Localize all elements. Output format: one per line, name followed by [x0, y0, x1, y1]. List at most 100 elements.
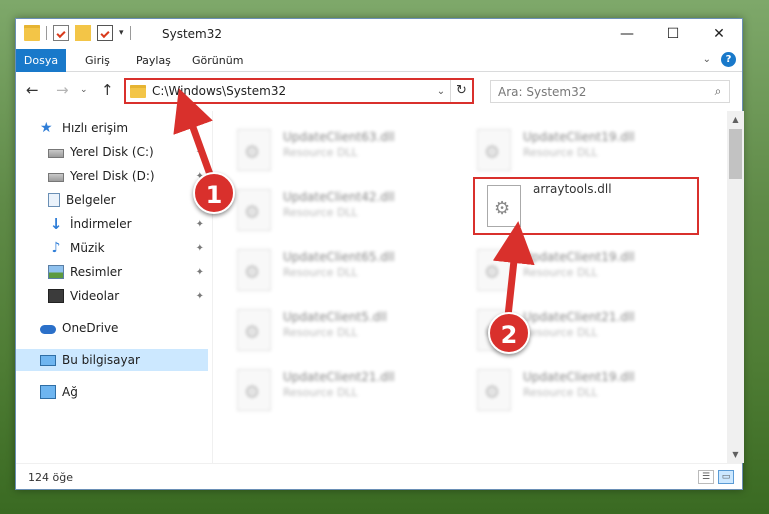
computer-icon: [40, 354, 56, 366]
refresh-icon[interactable]: ↻: [450, 80, 472, 102]
drive-icon: [48, 173, 64, 182]
dll-file-icon: ⚙: [237, 309, 271, 351]
file-type: Resource DLL: [523, 266, 598, 279]
file-name: UpdateClient63.dll: [283, 130, 395, 144]
sidebar-item-pictures[interactable]: Resimler ✦: [48, 261, 208, 283]
vertical-scrollbar[interactable]: ▲ ▼: [727, 111, 744, 463]
ribbon-tabs: Dosya Giriş Paylaş Görünüm ⌄ ?: [16, 49, 742, 72]
pin-icon[interactable]: ✦: [196, 291, 204, 302]
folder-icon: [130, 84, 146, 98]
sidebar-item-label: Hızlı erişim: [62, 121, 129, 135]
sidebar-item-videos[interactable]: Videolar ✦: [48, 285, 208, 307]
file-type: Resource DLL: [283, 146, 358, 159]
network-icon: [40, 385, 56, 399]
pin-icon[interactable]: ✦: [196, 267, 204, 278]
file-type: Resource DLL: [283, 386, 358, 399]
pin-icon[interactable]: ✦: [196, 243, 204, 254]
tab-file[interactable]: Dosya: [16, 49, 66, 72]
pin-icon[interactable]: ✦: [196, 147, 204, 158]
minimize-button[interactable]: —: [604, 19, 650, 49]
address-dropdown-icon[interactable]: ⌄: [432, 86, 450, 97]
file-explorer-window: ▾ System32 — ☐ ✕ Dosya Giriş Paylaş Görü…: [15, 18, 744, 490]
file-item[interactable]: ⚙ UpdateClient5.dll Resource DLL: [225, 307, 447, 357]
sidebar-item-downloads[interactable]: ↓ İndirmeler ✦: [48, 213, 208, 235]
dll-file-icon: ⚙: [237, 129, 271, 171]
sidebar-item-documents[interactable]: Belgeler ✦: [48, 189, 208, 211]
tab-share[interactable]: Paylaş: [136, 49, 171, 72]
details-view-icon[interactable]: ☰: [698, 470, 714, 484]
file-item[interactable]: ⚙ UpdateClient19.dll Resource DLL: [465, 127, 687, 177]
file-item[interactable]: ⚙ UpdateClient21.dll Resource DLL: [225, 367, 447, 417]
up-arrow-icon[interactable]: ↑: [101, 81, 114, 99]
address-path[interactable]: C:\Windows\System32: [152, 84, 432, 98]
close-button[interactable]: ✕: [696, 19, 742, 49]
scroll-down-icon[interactable]: ▼: [727, 446, 744, 463]
scrollbar-thumb[interactable]: [729, 129, 742, 179]
sidebar-item-local-disk-c[interactable]: Yerel Disk (C:) ✦: [48, 141, 208, 163]
download-icon: ↓: [49, 215, 63, 233]
file-item[interactable]: ⚙ UpdateClient42.dll Resource DLL: [225, 187, 447, 237]
file-type: Resource DLL: [523, 386, 598, 399]
properties-icon[interactable]: [53, 25, 69, 41]
tab-view[interactable]: Görünüm: [192, 49, 243, 72]
back-arrow-icon[interactable]: ←: [26, 81, 39, 99]
videos-icon: [48, 289, 64, 303]
star-icon: ★: [40, 120, 53, 136]
sidebar-item-label: Bu bilgisayar: [62, 353, 140, 367]
scroll-up-icon[interactable]: ▲: [727, 111, 744, 128]
dll-file-icon: ⚙: [477, 249, 511, 291]
search-input[interactable]: Ara: System32 ⌕: [490, 80, 730, 103]
file-item-arraytools-dll[interactable]: ⚙ arraytools.dll: [473, 177, 699, 235]
tab-home[interactable]: Giriş: [85, 49, 110, 72]
dll-file-icon: ⚙: [237, 369, 271, 411]
sidebar-item-music[interactable]: ♪ Müzik ✦: [48, 237, 208, 259]
rename-icon[interactable]: [97, 25, 113, 41]
window-controls: — ☐ ✕: [604, 19, 742, 49]
callout-badge-2: 2: [488, 312, 530, 354]
file-item[interactable]: ⚙ UpdateClient65.dll Resource DLL: [225, 247, 447, 297]
dll-file-icon: ⚙: [237, 249, 271, 291]
help-icon[interactable]: ?: [721, 52, 736, 67]
folder-icon: [24, 25, 40, 41]
search-placeholder: Ara: System32: [498, 84, 587, 99]
toolbar-separator: [129, 26, 131, 40]
sidebar-item-network[interactable]: Ağ: [40, 381, 208, 403]
item-count: 124 öğe: [28, 471, 73, 484]
pin-icon[interactable]: ✦: [196, 219, 204, 230]
documents-icon: [48, 193, 60, 207]
file-name: UpdateClient19.dll: [523, 370, 635, 384]
ribbon-right-controls: ⌄ ?: [703, 52, 736, 67]
onedrive-icon: [40, 325, 56, 334]
chevron-down-icon[interactable]: ⌄: [703, 54, 711, 65]
toolbar-separator: [46, 26, 47, 40]
file-item[interactable]: ⚙ UpdateClient19.dll Resource DLL: [465, 367, 687, 417]
large-icons-view-icon[interactable]: ▭: [718, 470, 734, 484]
navigation-bar: ← → ⌄ ↑ C:\Windows\System32 ⌄ ↻ Ara: Sys…: [16, 73, 742, 109]
file-item[interactable]: ⚙ UpdateClient19.dll Resource DLL: [465, 247, 687, 297]
address-bar[interactable]: C:\Windows\System32 ⌄ ↻: [124, 78, 474, 104]
file-name: arraytools.dll: [533, 182, 612, 196]
sidebar-item-onedrive[interactable]: OneDrive: [40, 317, 208, 339]
file-name: UpdateClient21.dll: [523, 310, 635, 324]
sidebar-item-label: Yerel Disk (D:): [70, 169, 155, 183]
file-type: Resource DLL: [283, 266, 358, 279]
sidebar-item-quick-access[interactable]: ★ Hızlı erişim: [40, 117, 208, 139]
navigation-pane: ★ Hızlı erişim Yerel Disk (C:) ✦ Yerel D…: [16, 111, 212, 463]
sidebar-item-label: OneDrive: [62, 321, 119, 335]
customize-toolbar-dropdown[interactable]: ▾: [119, 28, 124, 38]
forward-arrow-icon[interactable]: →: [56, 81, 69, 99]
search-icon[interactable]: ⌕: [707, 84, 729, 99]
sidebar-item-label: Yerel Disk (C:): [70, 145, 154, 159]
file-list: ⚙ UpdateClient63.dll Resource DLL ⚙ Updat…: [213, 111, 727, 463]
recent-locations-icon[interactable]: ⌄: [80, 85, 88, 95]
maximize-button[interactable]: ☐: [650, 19, 696, 49]
sidebar-item-this-pc[interactable]: Bu bilgisayar: [16, 349, 208, 371]
new-folder-icon[interactable]: [75, 25, 91, 41]
sidebar-item-label: İndirmeler: [70, 217, 132, 231]
file-type: Resource DLL: [283, 206, 358, 219]
title-bar: ▾ System32 — ☐ ✕: [16, 19, 742, 49]
sidebar-item-label: Belgeler: [66, 193, 116, 207]
sidebar-item-label: Ağ: [62, 385, 78, 399]
file-item[interactable]: ⚙ UpdateClient63.dll Resource DLL: [225, 127, 447, 177]
sidebar-item-local-disk-d[interactable]: Yerel Disk (D:) ✦: [48, 165, 208, 187]
